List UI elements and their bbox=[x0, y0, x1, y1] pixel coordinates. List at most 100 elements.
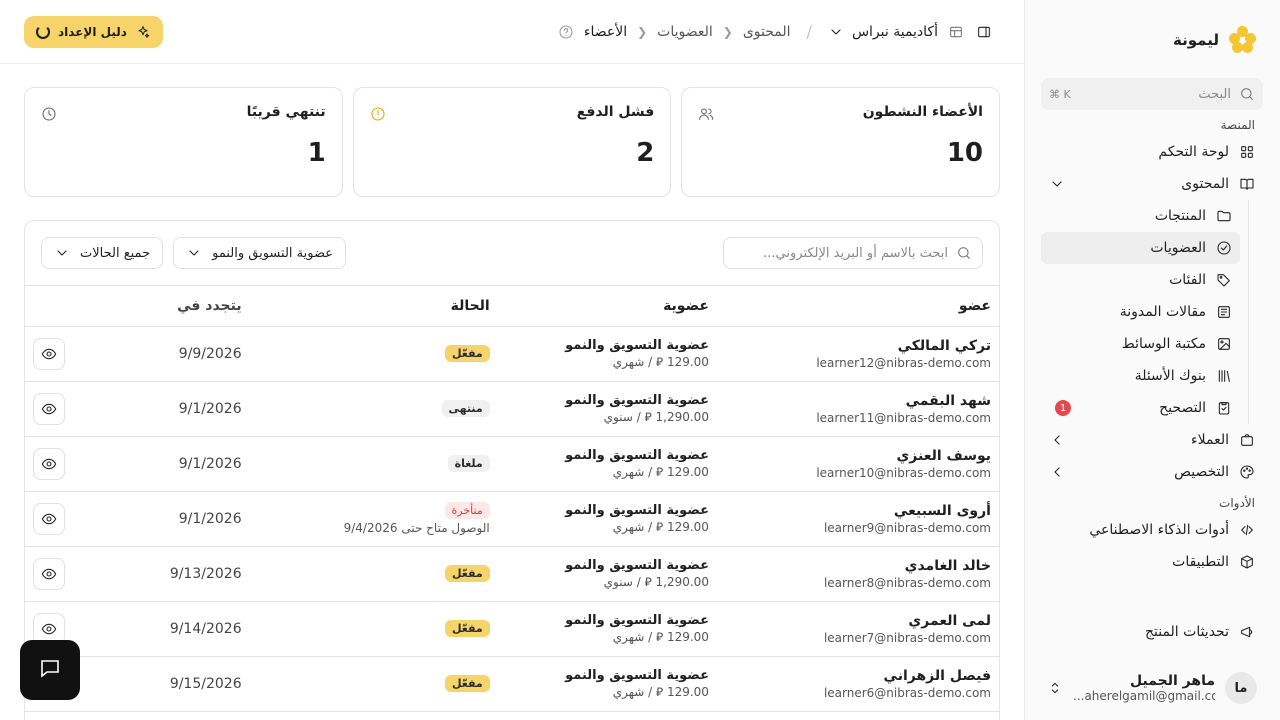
group-label-platform: المنصة bbox=[1220, 118, 1255, 132]
stat-title: الأعضاء النشطون bbox=[862, 104, 983, 120]
members-table: عضو عضوية الحالة يتجدد في تركي المالكي le… bbox=[25, 286, 999, 712]
col-header-plan[interactable]: عضوية bbox=[497, 286, 717, 327]
table-row[interactable]: لمى العمري learner7@nibras-demo.com عضوية … bbox=[25, 601, 999, 657]
sidebar-item-media[interactable]: مكتبة الوسائط bbox=[1041, 328, 1240, 360]
status-badge: ملغاة bbox=[447, 455, 490, 472]
sidebar-item-question-banks[interactable]: بنوك الأسئلة bbox=[1041, 360, 1240, 392]
members-search-input[interactable]: ابحث بالاسم أو البريد الإلكتروني... bbox=[723, 237, 983, 269]
breadcrumb: أكاديمية نبراس / المحتوى ❮ العضويات ❮ ال… bbox=[175, 22, 964, 41]
table-row[interactable]: تركي المالكي learner12@nibras-demo.com عضو… bbox=[25, 326, 999, 382]
group-label-tools: الأدوات bbox=[1219, 496, 1255, 510]
status-filter-select[interactable]: جميع الحالات bbox=[41, 237, 164, 269]
table-row[interactable]: يوسف العنزي learner10@nibras-demo.com عضوي… bbox=[25, 436, 999, 492]
page-content: الأعضاء النشطون 10 فشل الدفع 2 تنتهي قري… bbox=[0, 64, 1024, 720]
sidebar-item-customization[interactable]: التخصيص bbox=[1041, 456, 1263, 488]
chat-button[interactable] bbox=[20, 640, 80, 700]
status-badge: مفعّل bbox=[444, 675, 490, 692]
search-icon bbox=[1239, 86, 1255, 102]
lemon-logo-icon bbox=[1229, 26, 1257, 54]
sidebar-item-products[interactable]: المنتجات bbox=[1041, 200, 1240, 232]
breadcrumb-item-memberships[interactable]: العضويات bbox=[657, 24, 713, 40]
view-member-button[interactable] bbox=[33, 447, 65, 480]
sidebar-item-grading[interactable]: التصحيح 1 bbox=[1041, 392, 1240, 424]
sidebar-search[interactable]: البحث ⌘ K bbox=[1041, 78, 1263, 110]
cell-action bbox=[25, 546, 73, 602]
chevron-down-icon bbox=[54, 245, 70, 261]
col-header-member[interactable]: عضو bbox=[716, 286, 999, 327]
breadcrumb-item-content[interactable]: المحتوى bbox=[743, 24, 791, 40]
view-member-button[interactable] bbox=[33, 337, 65, 370]
setup-guide-button[interactable]: دليل الإعداد bbox=[24, 15, 163, 48]
cell-status: مفعّل bbox=[249, 326, 498, 382]
cell-status: مفعّل bbox=[249, 601, 498, 657]
avatar: ما bbox=[1225, 672, 1257, 704]
stat-title: تنتهي قريبًا bbox=[246, 104, 326, 120]
sidebar-item-label: لوحة التحكم bbox=[1158, 144, 1229, 160]
grid-icon bbox=[1239, 144, 1255, 160]
user-menu[interactable]: ما ماهر الجميل ...aherelgamil@gmail.com bbox=[1041, 662, 1263, 714]
chevrons-up-down-icon bbox=[1047, 680, 1063, 696]
chevron-down-icon bbox=[828, 24, 844, 40]
library-icon bbox=[1216, 368, 1232, 384]
help-circle-icon[interactable] bbox=[558, 24, 574, 40]
sidebar-item-product-updates[interactable]: تحديثات المنتج bbox=[1041, 616, 1263, 648]
sidebar-item-ai-tools[interactable]: أدوات الذكاء الاصطناعي bbox=[1041, 514, 1263, 546]
plan-price: 129.00 ⃁ / شهري bbox=[612, 519, 709, 534]
shopping-bag-icon bbox=[1239, 432, 1255, 448]
cell-plan: عضوية التسويق والنمو 1,290.00 ⃁ / سنوي bbox=[497, 381, 717, 437]
chevron-left-icon bbox=[1049, 464, 1065, 480]
table-row[interactable]: شهد البقمي learner11@nibras-demo.com عضوية… bbox=[25, 381, 999, 437]
member-email: learner10@nibras-demo.com bbox=[816, 465, 991, 480]
view-member-button[interactable] bbox=[33, 392, 65, 425]
sidebar-item-memberships[interactable]: العضويات bbox=[1041, 232, 1240, 264]
table-row[interactable]: فيصل الزهراني learner6@nibras-demo.com عضو… bbox=[25, 656, 999, 712]
cell-status: متأخرة الوصول متاح حتى 9/4/2026 bbox=[249, 491, 498, 547]
sidebar: ليمونة البحث ⌘ K المنصة لوحة التحكم المح… bbox=[1024, 0, 1280, 720]
cell-plan: عضوية التسويق والنمو 1,290.00 ⃁ / سنوي bbox=[497, 546, 717, 602]
col-header-renews[interactable]: يتجدد في bbox=[73, 286, 250, 327]
col-header-status[interactable]: الحالة bbox=[249, 286, 498, 327]
table-row[interactable]: خالد الغامدي learner8@nibras-demo.com عضوي… bbox=[25, 546, 999, 602]
eye-icon bbox=[41, 511, 57, 527]
sidebar-item-apps[interactable]: التطبيقات bbox=[1041, 546, 1263, 578]
cell-member: تركي المالكي learner12@nibras-demo.com bbox=[716, 326, 999, 382]
status-badge: مفعّل bbox=[444, 345, 490, 362]
progress-ring-icon bbox=[36, 24, 50, 39]
sidebar-item-content[interactable]: المحتوى bbox=[1041, 168, 1263, 200]
stat-card-active-members: الأعضاء النشطون 10 bbox=[681, 87, 1000, 197]
sidebar-item-label: مقالات المدونة bbox=[1119, 304, 1206, 320]
sidebar-item-customers[interactable]: العملاء bbox=[1041, 424, 1263, 456]
cell-action bbox=[25, 436, 73, 492]
sidebar-item-blog[interactable]: مقالات المدونة bbox=[1041, 296, 1240, 328]
member-name: يوسف العنزي bbox=[896, 447, 991, 464]
cell-member: خالد الغامدي learner8@nibras-demo.com bbox=[716, 546, 999, 602]
plan-filter-value: عضوية التسويق والنمو bbox=[212, 245, 333, 261]
table-header-row: عضو عضوية الحالة يتجدد في bbox=[25, 286, 999, 327]
sidebar-item-dashboard[interactable]: لوحة التحكم bbox=[1041, 136, 1263, 168]
sidebar-toggle-icon[interactable] bbox=[976, 24, 992, 40]
member-name: شهد البقمي bbox=[905, 392, 991, 409]
org-switcher[interactable]: أكاديمية نبراس bbox=[828, 24, 938, 40]
plan-filter-select[interactable]: عضوية التسويق والنمو bbox=[173, 237, 346, 269]
table-row[interactable]: أروى السبيعي learner9@nibras-demo.com عضوي… bbox=[25, 491, 999, 547]
plan-name: عضوية التسويق والنمو bbox=[565, 502, 709, 518]
user-email: ...aherelgamil@gmail.com bbox=[1073, 689, 1215, 703]
members-table-card: ابحث بالاسم أو البريد الإلكتروني... عضوي… bbox=[24, 220, 1000, 720]
user-name: ماهر الجميل bbox=[1130, 673, 1215, 689]
brand[interactable]: ليمونة bbox=[1041, 0, 1263, 80]
table-filters: ابحث بالاسم أو البريد الإلكتروني... عضوي… bbox=[25, 221, 999, 286]
member-email: learner8@nibras-demo.com bbox=[823, 575, 991, 590]
sidebar-item-categories[interactable]: الفئات bbox=[1041, 264, 1240, 296]
status-note: الوصول متاح حتى 9/4/2026 bbox=[343, 521, 490, 535]
member-name: تركي المالكي bbox=[897, 337, 991, 354]
eye-icon bbox=[41, 401, 57, 417]
image-icon bbox=[1216, 336, 1232, 352]
plan-price: 1,290.00 ⃁ / سنوي bbox=[603, 409, 709, 424]
plan-price: 129.00 ⃁ / شهري bbox=[612, 464, 709, 479]
cell-action bbox=[25, 326, 73, 382]
view-member-button[interactable] bbox=[33, 557, 65, 590]
sidebar-item-label: بنوك الأسئلة bbox=[1134, 368, 1206, 384]
grading-count-badge: 1 bbox=[1055, 400, 1071, 416]
sidebar-item-label: التخصيص bbox=[1174, 464, 1229, 480]
view-member-button[interactable] bbox=[33, 502, 65, 535]
